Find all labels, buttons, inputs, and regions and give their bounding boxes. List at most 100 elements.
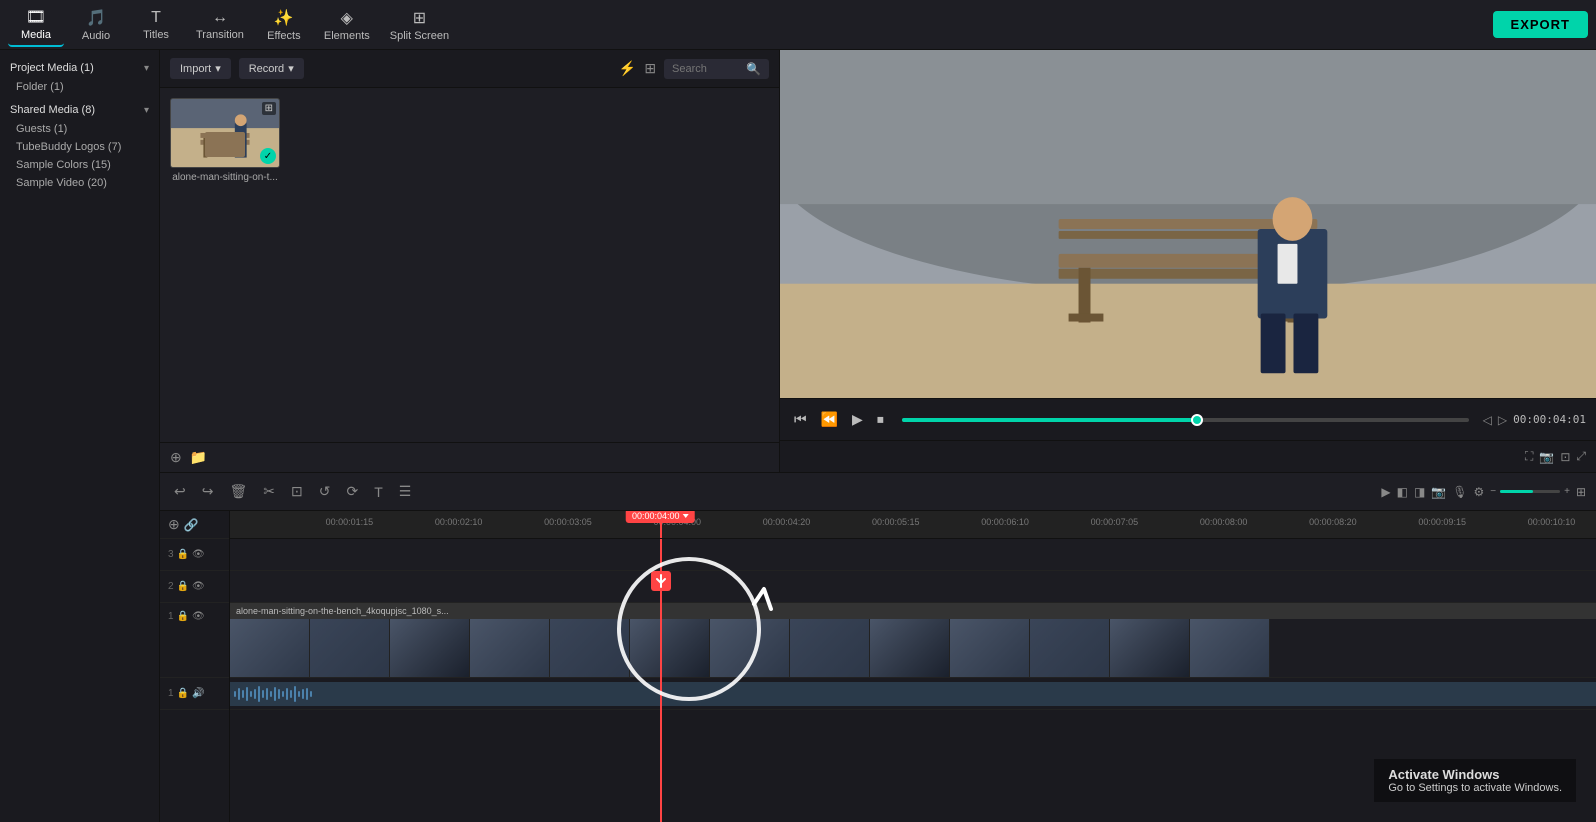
play-button[interactable]: ▶ (848, 409, 867, 430)
shared-media-chevron: ▾ (144, 105, 149, 116)
guests-item[interactable]: Guests (1) (0, 120, 159, 138)
ripple-button[interactable]: ↺ (315, 481, 335, 502)
snapshot-tl-button[interactable]: 📷 (1431, 485, 1446, 499)
voiceover-button[interactable]: 🎙 (1452, 485, 1467, 499)
zoom-out-icon[interactable]: − (1490, 486, 1496, 497)
undo-button[interactable]: ↩ (170, 481, 190, 502)
settings-tl-button[interactable]: ⚙ (1473, 485, 1484, 499)
lock-2-icon[interactable]: 🔒 (177, 581, 189, 592)
add-media-icon[interactable]: ⊕ (170, 449, 182, 466)
clip-label-bar: alone-man-sitting-on-the-bench_4koqupjsc… (230, 603, 1596, 619)
search-box: 🔍 (664, 59, 769, 79)
record-button[interactable]: Record ▾ (239, 58, 304, 79)
play-tl-button[interactable]: ▶ (1381, 485, 1390, 499)
ruler-mark-8: 00:00:07:05 (1091, 517, 1139, 527)
progress-bar[interactable] (902, 418, 1469, 422)
resize-icon[interactable]: ⤢ (1576, 449, 1586, 464)
eye-2-icon[interactable]: 👁 (192, 581, 205, 592)
frame-11 (1030, 619, 1110, 677)
frame-9 (870, 619, 950, 677)
zoom-in-icon[interactable]: + (1564, 486, 1570, 497)
timeline-right-controls: ▶ ◧ ◨ 📷 🎙 ⚙ − + ⊞ (1381, 485, 1586, 499)
track-3-label: 3 🔒 👁 (160, 539, 229, 571)
link-icon[interactable]: 🔗 (184, 518, 199, 532)
frame-8 (790, 619, 870, 677)
snapshot-icon[interactable]: 📷 (1539, 450, 1554, 464)
eye-1-icon[interactable]: 👁 (192, 611, 205, 622)
project-media-label: Project Media (1) (10, 62, 94, 74)
frame-2 (310, 619, 390, 677)
fullscreen-icon[interactable]: ⛶ (1525, 449, 1533, 464)
search-input[interactable] (672, 63, 742, 75)
samplevideo-item[interactable]: Sample Video (20) (0, 174, 159, 192)
top-toolbar: 🎞 Media 🎵 Audio T Titles ↔ Transition ✨ … (0, 0, 1596, 50)
grid-view-icon[interactable]: ⊞ (644, 60, 656, 77)
clip-frames[interactable] (230, 619, 1596, 677)
tab-transition[interactable]: ↔ Transition (188, 3, 252, 47)
record-label: Record (249, 63, 284, 75)
filter-icon[interactable]: ⚡ (619, 60, 636, 77)
speed-button[interactable]: ⟳ (342, 481, 362, 502)
pip-icon[interactable]: ⊡ (1560, 450, 1570, 464)
playhead-badge-area: 00:00:04:00 (626, 511, 695, 523)
timeline-view-icon[interactable]: ⊞ (1576, 485, 1586, 499)
audio-track-1-row (230, 678, 1596, 710)
folder-item[interactable]: Folder (1) (0, 78, 159, 96)
tab-effects[interactable]: ✨ Effects (256, 3, 312, 47)
ruler-mark-10: 00:00:08:20 (1309, 517, 1357, 527)
tab-titles[interactable]: T Titles (128, 3, 184, 47)
timeline-toolbar: ↩ ↪ 🗑 ✂ ⊡ ↺ ⟳ T ☰ ▶ ◧ ◨ 📷 🎙 ⚙ − (160, 473, 1596, 511)
timeline-main: 00:00:01:15 00:00:02:10 00:00:03:05 00:0… (230, 511, 1596, 822)
import-dropdown-icon[interactable]: ▾ (215, 62, 221, 75)
cut-button[interactable]: ✂ (259, 481, 279, 502)
ruler-mark-1: 00:00:01:15 (326, 517, 374, 527)
time-display: 00:00:04:01 (1513, 413, 1586, 426)
eye-3-icon[interactable]: 👁 (192, 549, 205, 560)
record-dropdown-icon[interactable]: ▾ (288, 62, 294, 75)
add-track-icon[interactable]: ⊕ (168, 516, 180, 533)
next-frame-icon[interactable]: ▷ (1498, 413, 1507, 427)
samplecolors-item[interactable]: Sample Colors (15) (0, 156, 159, 174)
stop-button[interactable]: ⏹ (873, 409, 888, 430)
import-button[interactable]: Import ▾ (170, 58, 231, 79)
step-back-button[interactable]: ⏪ (817, 409, 842, 430)
folder-icon[interactable]: 📁 (190, 449, 207, 466)
audio-lock-icon[interactable]: 🔒 (177, 688, 189, 699)
frame-13 (1190, 619, 1270, 677)
splitscreen-icon: ⊞ (413, 8, 426, 28)
timeline-section: ↩ ↪ 🗑 ✂ ⊡ ↺ ⟳ T ☰ ▶ ◧ ◨ 📷 🎙 ⚙ − (160, 472, 1596, 822)
mark-out-button[interactable]: ◨ (1414, 485, 1425, 499)
preview-controls: ⏮ ⏪ ▶ ⏹ ◁ ▷ 00:00:04:01 (780, 398, 1596, 440)
tab-audio[interactable]: 🎵 Audio (68, 3, 124, 47)
export-button[interactable]: EXPORT (1493, 11, 1588, 38)
rewind-button[interactable]: ⏮ (790, 409, 811, 430)
project-media-chevron: ▾ (144, 63, 149, 74)
tab-media[interactable]: 🎞 Media (8, 3, 64, 47)
preview-video (780, 50, 1596, 398)
redo-button[interactable]: ↪ (198, 481, 218, 502)
media-thumb-item[interactable]: ⊞ ✓ alone-man-sitting-on-t... (170, 98, 280, 183)
thumb-label: alone-man-sitting-on-t... (172, 172, 278, 183)
tab-elements[interactable]: ◈ Elements (316, 3, 378, 47)
titles-label: Titles (143, 29, 169, 41)
tab-splitscreen[interactable]: ⊞ Split Screen (382, 3, 457, 47)
tubebuddy-item[interactable]: TubeBuddy Logos (7) (0, 138, 159, 156)
zoom-slider[interactable] (1500, 490, 1560, 493)
search-icon[interactable]: 🔍 (746, 62, 761, 76)
lock-3-icon[interactable]: 🔒 (177, 549, 189, 560)
crop-button[interactable]: ⊡ (287, 481, 307, 502)
progress-dot (1191, 414, 1203, 426)
frame-1 (230, 619, 310, 677)
media-toolbar: Import ▾ Record ▾ ⚡ ⊞ 🔍 (160, 50, 779, 88)
lock-1-icon[interactable]: 🔒 (177, 611, 189, 622)
prev-frame-icon[interactable]: ◁ (1483, 413, 1492, 427)
audio-icon: 🎵 (86, 8, 106, 28)
shared-media-section[interactable]: Shared Media (8) ▾ (0, 100, 159, 120)
project-media-section[interactable]: Project Media (1) ▾ (0, 58, 159, 78)
delete-button[interactable]: 🗑 (225, 481, 251, 502)
speaker-icon[interactable]: 🔊 (192, 688, 204, 699)
elements-label: Elements (324, 30, 370, 42)
mark-in-button[interactable]: ◧ (1397, 485, 1408, 499)
text-button[interactable]: T (370, 482, 387, 502)
align-button[interactable]: ☰ (395, 481, 416, 502)
